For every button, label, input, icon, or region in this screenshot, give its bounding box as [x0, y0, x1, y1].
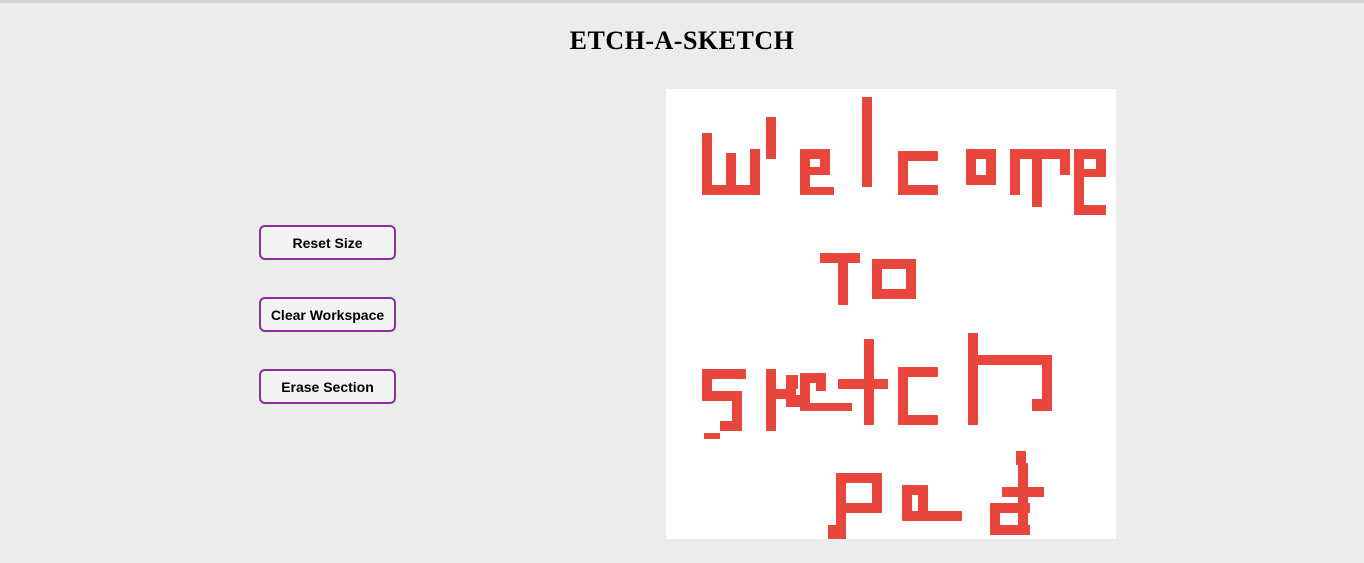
sketch-pad-canvas[interactable]: [666, 89, 1116, 539]
page-title: ETCH-A-SKETCH: [569, 26, 795, 55]
sketch-word-pad: [828, 451, 1044, 539]
window-top-border: [0, 0, 1364, 3]
reset-size-button[interactable]: Reset Size: [259, 225, 396, 260]
sketch-strokes: [702, 97, 1106, 539]
control-panel: Reset Size Clear Workspace Erase Section: [259, 225, 396, 441]
erase-section-button[interactable]: Erase Section: [259, 369, 396, 404]
clear-workspace-button[interactable]: Clear Workspace: [259, 297, 396, 332]
sketch-word-to: [820, 253, 916, 305]
sketch-drawing: [702, 97, 1106, 539]
sketch-word-welcome: [702, 97, 1106, 215]
sketch-word-sketch: [702, 333, 1052, 439]
